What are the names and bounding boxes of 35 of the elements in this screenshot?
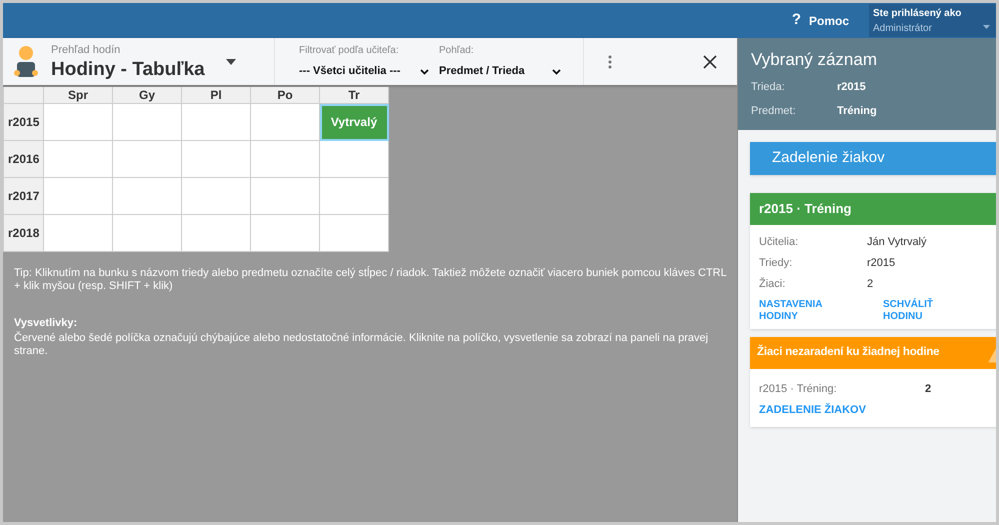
- row-label: r2015 · Tréning:: [759, 382, 838, 397]
- help-button[interactable]: ? Pomoc: [792, 9, 849, 32]
- field-value: r2015: [867, 256, 896, 271]
- field-label: Triedy:: [759, 256, 794, 271]
- column-header[interactable]: Gy: [113, 87, 182, 104]
- filter-label: Filtrovať podľa učiteľa:: [299, 44, 400, 58]
- field-label: Žiaci:: [759, 276, 786, 292]
- tip-text: Tip: Kliknutím na bunku s názvom triedy alebo predmetu označíte celý stĺpec / riadok. Taktiež môžete označiť viacero buniek pomcou kláves CTRL + klik myšou (resp. SHIFT + klik): [14, 267, 728, 293]
- field-value: Ján Vytrvalý: [867, 235, 927, 250]
- field-value: Tréning: [837, 105, 877, 118]
- teacher-select[interactable]: --- Všetci učitelia ---: [299, 63, 429, 80]
- card-title: r2015 · Tréning: [750, 193, 996, 225]
- toolbar-title: Hodiny - Tabuľka: [51, 58, 206, 81]
- user-dropdown[interactable]: Ste prihlásený ako Administrátor: [869, 4, 996, 37]
- view-label: Pohľad:: [439, 44, 475, 58]
- field-value: r2015: [837, 81, 866, 94]
- column-header[interactable]: Po: [251, 87, 320, 104]
- view-select[interactable]: Predmet / Trieda: [439, 63, 561, 80]
- column-header[interactable]: Tr: [320, 87, 389, 104]
- field-label: Trieda:: [751, 81, 786, 94]
- panel-title: Vybraný záznam: [751, 50, 878, 70]
- field-value: 2: [867, 277, 874, 292]
- column-header[interactable]: Spr: [44, 87, 113, 104]
- row-header[interactable]: r2016: [4, 141, 44, 178]
- field-label: Predmet:: [751, 105, 797, 118]
- row-header[interactable]: r2017: [4, 178, 44, 215]
- toolbar-subtitle: Prehľad hodín: [51, 43, 122, 58]
- legend-title: Vysvetlivky:: [14, 316, 78, 331]
- row-header[interactable]: r2018: [4, 215, 44, 252]
- row-header[interactable]: r2015: [4, 104, 44, 141]
- card-title: Žiaci nezaradení ku žiadnej hodine: [757, 344, 940, 360]
- field-label: Učitelia:: [759, 235, 800, 250]
- legend-text: Červené alebo šedé políčka označujú chýbajúce alebo nedostatočné informácie. Kliknite na políčko, vysvetlenie sa zobrazí na paneli na pravej strane.: [14, 332, 710, 358]
- column-header[interactable]: Pl: [182, 87, 251, 104]
- row-value: 2: [925, 382, 932, 397]
